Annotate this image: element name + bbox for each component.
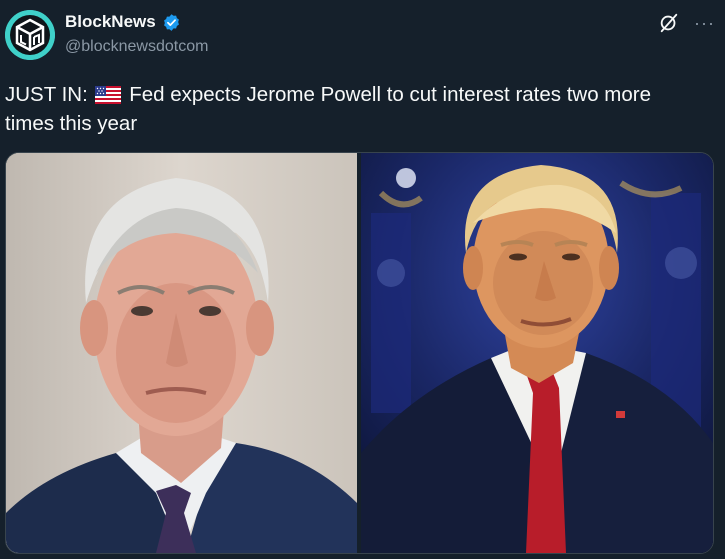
- verified-badge-icon: [163, 13, 179, 31]
- media-grid[interactable]: [5, 152, 714, 554]
- portrait-photo-left[interactable]: [6, 153, 357, 553]
- account-handle[interactable]: @blocknewsdotcom: [65, 38, 208, 56]
- tweet-actions: ···: [658, 12, 715, 34]
- avatar[interactable]: [5, 10, 55, 60]
- tweet-card: BlockNews @blocknewsdotcom ··· JUST IN:: [0, 0, 725, 559]
- tweet-prefix: JUST IN:: [5, 83, 88, 106]
- us-flag-icon: [95, 86, 122, 104]
- blocknews-logo-icon: [5, 10, 55, 60]
- grok-icon[interactable]: [658, 12, 680, 34]
- display-name[interactable]: BlockNews: [65, 12, 156, 32]
- tweet-text: JUST IN: Fed expects Jerome Powell to cu…: [5, 80, 705, 138]
- more-icon[interactable]: ···: [694, 14, 715, 32]
- name-row: BlockNews: [65, 12, 181, 32]
- portrait-photo-right[interactable]: [361, 153, 713, 553]
